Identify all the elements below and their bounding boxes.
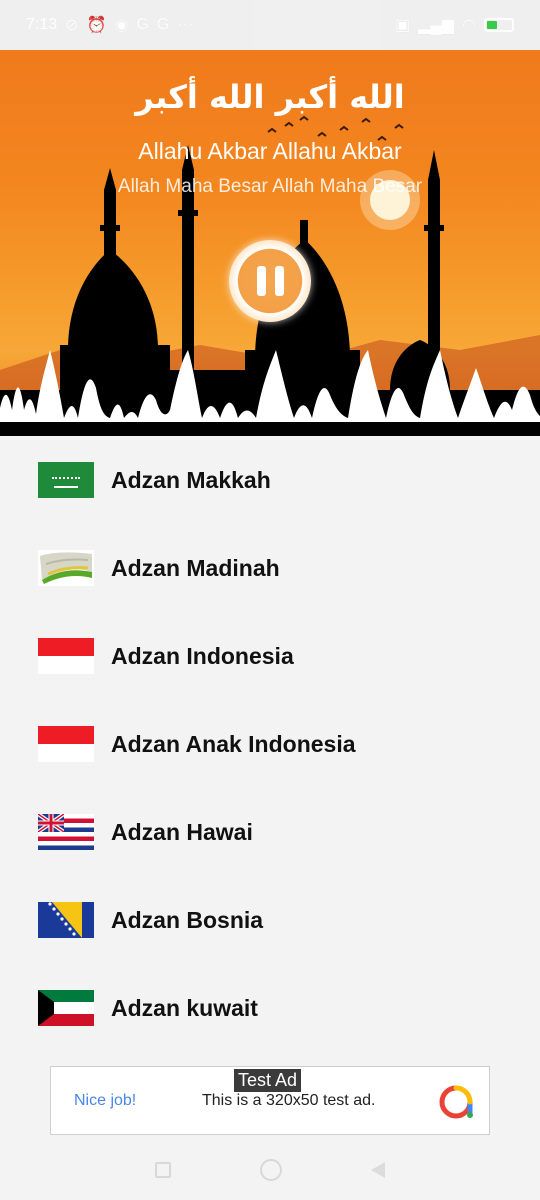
admob-logo-icon [439,1085,473,1119]
madinah-flag-icon [38,550,94,586]
test-ad-badge: Test Ad [233,1068,303,1093]
bosnia-flag-icon [38,902,94,938]
list-item-label: Adzan Anak Indonesia [111,730,356,757]
list-item-adzan-indonesia[interactable]: Adzan Indonesia [0,612,540,700]
wifi-icon: ◠ [462,17,476,34]
list-item-adzan-hawai[interactable]: Adzan Hawai [0,788,540,876]
ad-body-text: This is a 320x50 test ad. [202,1091,376,1109]
list-item-label: Adzan Hawai [111,818,253,845]
more-icon: ··· [177,16,194,33]
ad-headline: Nice job! [74,1091,137,1109]
recent-apps-icon[interactable] [154,1162,171,1178]
google-icon: G [136,16,149,33]
list-item-adzan-madinah[interactable]: Adzan Madinah [0,524,540,612]
alarm-icon: ⏰ [86,17,107,34]
list-item-adzan-bosnia[interactable]: Adzan Bosnia [0,876,540,964]
indonesia-flag-icon [38,638,94,674]
adzan-list: Adzan Makkah Adzan Madinah Adzan Indones… [0,436,540,1052]
hawaii-flag-icon [38,814,94,850]
google-icon: G [156,16,170,33]
back-icon[interactable] [371,1162,386,1178]
system-nav-bar [0,1140,540,1200]
no-signal-icon: ⊘ [65,17,79,34]
list-item-adzan-makkah[interactable]: Adzan Makkah [0,436,540,524]
list-item-label: Adzan Madinah [111,554,280,581]
home-icon[interactable] [259,1159,282,1181]
signal-icon: ▂▄▆ [418,17,455,34]
waveform-baseline [0,422,540,436]
indonesia-flag-icon [38,726,94,762]
vpn-icon: ▣ [394,17,411,34]
list-item-label: Adzan Makkah [111,466,271,493]
battery-icon [484,18,514,32]
takbir-transliteration: Allahu Akbar Allahu Akbar [138,138,402,164]
list-item-label: Adzan Indonesia [111,642,294,669]
app-icon: ◉ [114,17,129,34]
list-item-adzan-kuwait[interactable]: Adzan kuwait [0,964,540,1052]
status-time: 7:13 [26,16,58,33]
list-item-label: Adzan Bosnia [111,906,264,933]
kuwait-flag-icon [38,990,94,1026]
list-item-adzan-anak-indonesia[interactable]: Adzan Anak Indonesia [0,700,540,788]
pause-button[interactable] [229,240,311,322]
pause-icon [256,266,284,296]
adzan-hero-banner: الله أكبر الله أكبر Allahu Akbar Allahu … [0,50,540,436]
status-bar: 7:13 ⊘ ⏰ ◉ G G ··· ▣ ▂▄▆ ◠ [0,0,540,50]
list-item-label: Adzan kuwait [111,994,258,1021]
takbir-meaning: Allah Maha Besar Allah Maha Besar [117,176,423,197]
saudi-arabia-flag-icon [38,462,94,498]
takbir-arabic-text: الله أكبر الله أكبر [135,78,405,116]
